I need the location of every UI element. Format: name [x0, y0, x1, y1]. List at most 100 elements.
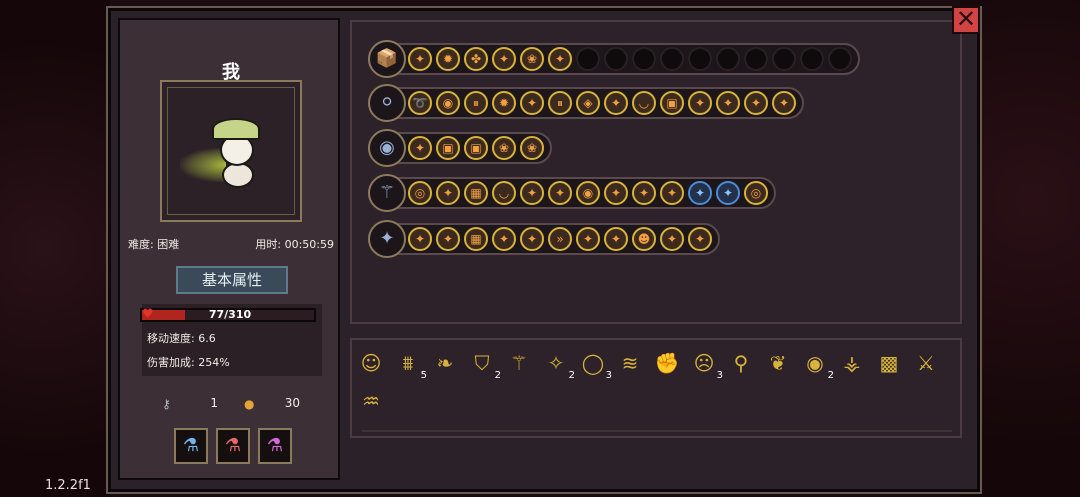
inventory-item[interactable]: ☹ 3	[689, 348, 723, 381]
hero-trail	[180, 148, 226, 182]
upgrade-slot[interactable]: ✦	[772, 91, 796, 115]
inventory-item[interactable]: ❦	[763, 348, 793, 378]
item-icon: ☹	[693, 351, 715, 375]
potion-slot-red[interactable]: ⚗	[216, 428, 250, 464]
upgrade-slot[interactable]: ✦	[660, 181, 684, 205]
empty-upgrade-slot[interactable]	[828, 47, 852, 71]
upgrade-slot[interactable]: ✦	[492, 227, 516, 251]
upgrade-slot[interactable]: ✦	[408, 227, 432, 251]
upgrade-slot[interactable]: ✦	[660, 227, 684, 251]
empty-upgrade-slot[interactable]	[632, 47, 656, 71]
upgrade-slot[interactable]: ◉	[576, 181, 600, 205]
upgrade-slot[interactable]: ❀	[492, 136, 516, 160]
upgrade-slot[interactable]: ✦	[716, 181, 740, 205]
upgrade-slot[interactable]: ◡	[492, 181, 516, 205]
upgrade-slot[interactable]: ✦	[744, 91, 768, 115]
upgrade-slot[interactable]: ✦	[548, 47, 572, 71]
weapon-icon[interactable]: ⚪	[368, 84, 406, 122]
upgrade-slot[interactable]: ◎	[408, 181, 432, 205]
upgrade-slot[interactable]: ✦	[520, 227, 544, 251]
upgrade-slot[interactable]: ✦	[604, 181, 628, 205]
upgrade-slot[interactable]: ◈	[576, 91, 600, 115]
upgrade-slot[interactable]: ✦	[688, 181, 712, 205]
inventory-item[interactable]: ◯ 3	[578, 348, 612, 381]
item-count: 3	[716, 370, 723, 381]
upgrade-slot[interactable]: ✦	[548, 181, 572, 205]
empty-upgrade-slot[interactable]	[772, 47, 796, 71]
version-label: 1.2.2f1	[45, 478, 91, 493]
upgrade-slot[interactable]: ▦	[464, 227, 488, 251]
empty-upgrade-slot[interactable]	[576, 47, 600, 71]
upgrade-slot[interactable]: ✦	[436, 227, 460, 251]
upgrade-slot[interactable]: ✦	[604, 227, 628, 251]
inventory-item[interactable]: ⚔	[911, 348, 941, 378]
upgrade-slot[interactable]: ✦	[492, 47, 516, 71]
upgrade-slot[interactable]: ✹	[492, 91, 516, 115]
close-button[interactable]: ✕	[952, 6, 980, 34]
inventory-item[interactable]: ≋	[615, 348, 645, 378]
inventory-item[interactable]: ⩩ 5	[393, 348, 427, 381]
item-icon: ⚔	[917, 351, 935, 375]
weapon-icon[interactable]: ◉	[368, 129, 406, 167]
inventory-item[interactable]: ▩	[874, 348, 904, 378]
potion-slot-blue[interactable]: ⚗	[174, 428, 208, 464]
upgrade-slot[interactable]: ✦	[408, 136, 432, 160]
weapon-icon[interactable]: ✦	[368, 220, 406, 258]
upgrade-slot[interactable]: ◡	[632, 91, 656, 115]
upgrade-slot[interactable]: ❀	[520, 136, 544, 160]
inventory-item[interactable]: ☺	[356, 348, 386, 378]
upgrade-slot[interactable]: ✦	[520, 181, 544, 205]
upgrade-slot[interactable]: ✦	[688, 91, 712, 115]
upgrade-slot[interactable]: ✦	[520, 91, 544, 115]
inventory-item[interactable]: ◉ 2	[800, 348, 834, 381]
upgrade-slot[interactable]: ✦	[436, 181, 460, 205]
upgrade-slot[interactable]: ◉	[436, 91, 460, 115]
inventory-item[interactable]: ✊	[652, 348, 682, 378]
upgrade-slot[interactable]: ▣	[436, 136, 460, 160]
inventory-item[interactable]: ✧ 2	[541, 348, 575, 381]
upgrade-slot[interactable]: ▣	[660, 91, 684, 115]
upgrade-slot[interactable]: ✦	[408, 47, 432, 71]
upgrade-slot[interactable]: ✦	[576, 227, 600, 251]
empty-upgrade-slot[interactable]	[688, 47, 712, 71]
basic-attributes-title[interactable]: 基本属性	[176, 266, 288, 294]
upgrade-slot[interactable]: ✤	[464, 47, 488, 71]
inventory-item[interactable]: ⚚	[504, 348, 534, 378]
upgrade-slot[interactable]: ✦	[688, 227, 712, 251]
inventory-item[interactable]: ❧	[430, 348, 460, 378]
empty-upgrade-slot[interactable]	[660, 47, 684, 71]
upgrade-slot[interactable]: ☻	[632, 227, 656, 251]
item-icon: ♒	[362, 389, 380, 413]
upgrade-slot[interactable]: ✦	[604, 91, 628, 115]
empty-upgrade-slot[interactable]	[744, 47, 768, 71]
upgrade-slot[interactable]: ✦	[716, 91, 740, 115]
potion-slot-purple[interactable]: ⚗	[258, 428, 292, 464]
upgrade-slot[interactable]: ➰	[408, 91, 432, 115]
inventory-item[interactable]: ♒	[356, 386, 386, 416]
weapon-icon[interactable]: ⚚	[368, 174, 406, 212]
weapon-row: ◉ ✦ ▣ ▣ ❀ ❀	[368, 129, 552, 167]
damage-bonus-stat: 伤害加成: 254%	[147, 356, 230, 369]
upgrade-slot[interactable]: »	[548, 227, 572, 251]
weapon-icon[interactable]: 📦	[368, 40, 406, 78]
inventory-item[interactable]: ⚲	[726, 348, 756, 378]
item-count: 2	[494, 370, 501, 381]
upgrade-slot[interactable]: ▦	[464, 181, 488, 205]
upgrade-slots: ✦ ✹ ✤ ✦ ❀ ✦	[408, 47, 852, 71]
upgrade-slot[interactable]: ▣	[464, 136, 488, 160]
upgrade-slot[interactable]: ✹	[436, 47, 460, 71]
hero-head	[220, 134, 254, 166]
inventory-item[interactable]: ⛉ 2	[467, 348, 502, 381]
empty-upgrade-slot[interactable]	[716, 47, 740, 71]
empty-upgrade-slot[interactable]	[800, 47, 824, 71]
upgrade-slot[interactable]: ◎	[744, 181, 768, 205]
upgrade-slot[interactable]: ⏸	[548, 91, 572, 115]
item-icon: ☺	[360, 351, 382, 375]
item-count: 2	[827, 370, 834, 381]
upgrade-slot[interactable]: ⏸	[464, 91, 488, 115]
empty-upgrade-slot[interactable]	[604, 47, 628, 71]
upgrade-slot[interactable]: ❀	[520, 47, 544, 71]
inventory-item[interactable]: ⚶	[837, 348, 867, 378]
upgrade-slot[interactable]: ✦	[632, 181, 656, 205]
weapon-row: ⚚ ◎ ✦ ▦ ◡ ✦ ✦ ◉ ✦ ✦ ✦ ✦ ✦ ◎	[368, 174, 776, 212]
